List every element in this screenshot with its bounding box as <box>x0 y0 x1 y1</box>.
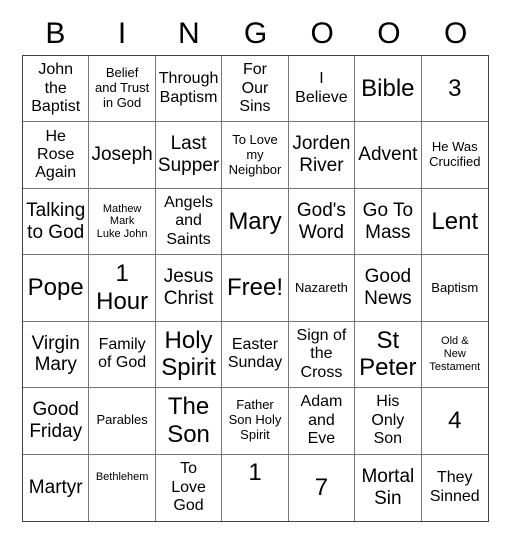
bingo-cell[interactable]: Joseph <box>89 122 156 189</box>
bingo-cell[interactable]: 1 Hour <box>89 255 156 322</box>
header-letter-g: G <box>243 17 268 50</box>
header-letter-b: B <box>45 17 66 50</box>
bingo-cell[interactable]: Good News <box>355 255 422 322</box>
bingo-cell[interactable]: Baptism <box>421 255 488 322</box>
header-letter-o1: O <box>310 17 334 50</box>
bingo-cell[interactable]: Last Supper <box>155 122 223 189</box>
bingo-cell[interactable]: I Believe <box>288 56 356 123</box>
header-letter-n: N <box>177 17 200 50</box>
bingo-cell[interactable]: Martyr <box>23 454 90 521</box>
bingo-cell[interactable]: Advent <box>355 122 422 189</box>
bingo-cell[interactable]: Bible <box>355 56 422 123</box>
bingo-cell[interactable]: St Peter <box>355 321 422 389</box>
bingo-cell[interactable]: Nazareth <box>288 255 356 322</box>
bingo-cell[interactable]: Bethlehem <box>89 454 156 521</box>
bingo-cell[interactable]: Mary <box>222 188 289 256</box>
bingo-card-grid: John the Baptist Belief and Trust in God… <box>22 55 489 522</box>
bingo-cell[interactable]: 3 <box>421 56 488 123</box>
bingo-cell[interactable]: 7 <box>289 454 356 521</box>
bingo-cell[interactable]: Mortal Sin <box>355 454 422 521</box>
header-letter-i: I <box>117 17 127 50</box>
bingo-cell[interactable]: 4 <box>421 388 488 455</box>
bingo-cell[interactable]: Mathew Mark Luke John <box>89 188 156 256</box>
bingo-cell[interactable]: Sign of the Cross <box>288 321 356 389</box>
bingo-cell[interactable]: To Love my Neighbor <box>222 122 289 189</box>
bingo-cell[interactable]: Angels and Saints <box>155 188 223 256</box>
bingo-cell[interactable]: Go To Mass <box>355 188 422 256</box>
bingo-cell[interactable]: Parables <box>89 388 156 455</box>
bingo-cell[interactable]: He Rose Again <box>23 122 90 189</box>
bingo-cell[interactable]: Good Friday <box>23 388 90 455</box>
bingo-cell[interactable]: Virgin Mary <box>23 321 90 389</box>
bingo-cell[interactable]: Father Son Holy Spirit <box>222 388 289 455</box>
bingo-cell[interactable]: He Was Crucified <box>421 122 488 189</box>
bingo-cell[interactable]: Family of God <box>89 321 156 389</box>
bingo-cell[interactable]: John the Baptist <box>23 56 90 123</box>
bingo-cell[interactable]: Old & New Testament <box>421 322 488 389</box>
free-space-cell[interactable]: Free! <box>222 255 289 322</box>
bingo-cell[interactable]: Talking to God <box>23 188 90 256</box>
bingo-cell[interactable]: God's Word <box>288 188 356 256</box>
bingo-cell[interactable]: Easter Sunday <box>222 321 289 389</box>
bingo-cell[interactable]: The Son <box>155 388 223 455</box>
bingo-cell[interactable]: Through Baptism <box>155 56 223 123</box>
bingo-cell[interactable]: Belief and Trust in God <box>89 56 156 123</box>
header-letter-o3: O <box>443 17 468 50</box>
bingo-cell[interactable]: Jorden River <box>288 122 356 189</box>
bingo-cell[interactable]: Jesus Christ <box>155 255 223 322</box>
bingo-cell[interactable]: 1 <box>222 454 289 521</box>
bingo-cell[interactable]: For Our Sins <box>222 56 289 123</box>
bingo-header: B I N G O O O <box>22 14 489 54</box>
bingo-cell[interactable]: They Sinned <box>422 455 488 521</box>
bingo-cell[interactable]: His Only Son <box>355 388 422 455</box>
bingo-cell[interactable]: Holy Spirit <box>155 321 223 389</box>
header-letter-o2: O <box>377 17 401 50</box>
bingo-cell[interactable]: To Love God <box>156 454 223 521</box>
bingo-cell[interactable]: Lent <box>421 189 488 256</box>
bingo-cell[interactable]: Adam and Eve <box>288 388 356 455</box>
bingo-cell[interactable]: Pope <box>23 255 90 322</box>
